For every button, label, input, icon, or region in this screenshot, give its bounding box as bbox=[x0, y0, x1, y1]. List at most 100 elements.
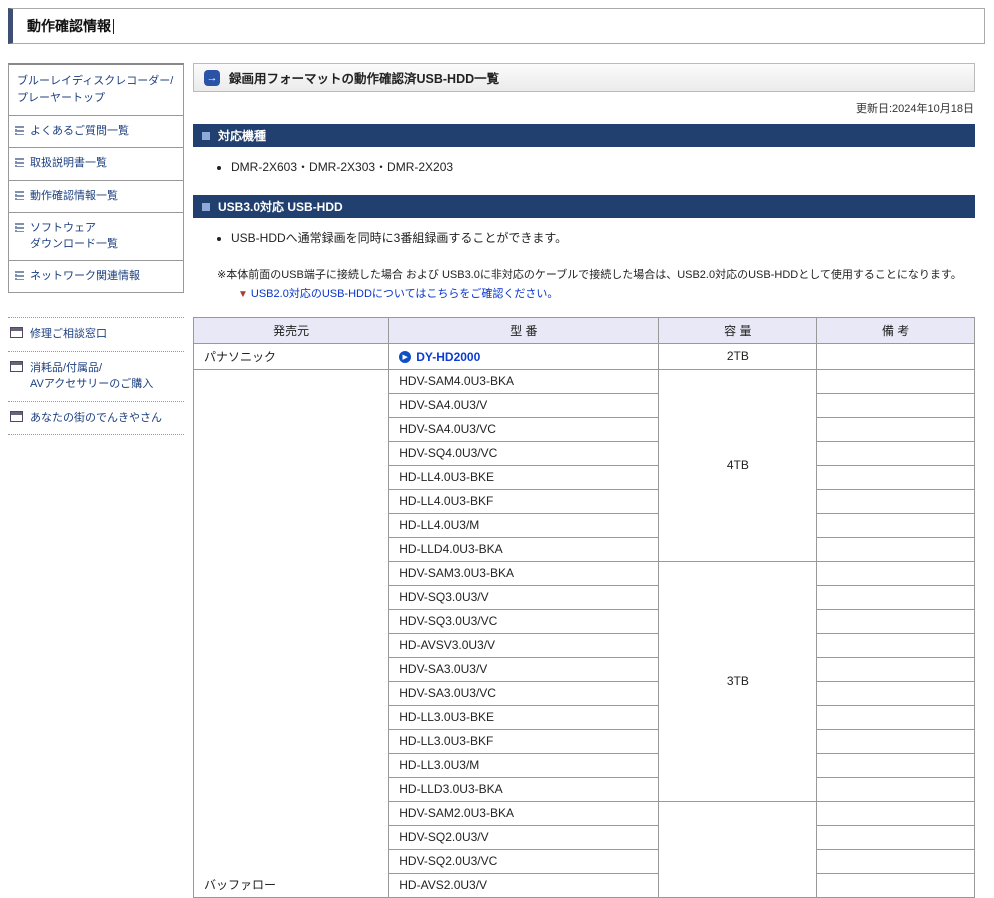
model-cell: HDV-SA4.0U3/VC bbox=[389, 417, 659, 441]
model-cell: HDV-SAM2.0U3-BKA bbox=[389, 801, 659, 825]
sidebar-extra-links: 修理ご相談窓口 消耗品/付属品/ AVアクセサリーのご購入 あなたの街のでんきや… bbox=[8, 317, 184, 435]
hdd-table-head: 発売元型 番容 量備 考 bbox=[194, 317, 975, 343]
model-cell: HD-LL4.0U3-BKF bbox=[389, 489, 659, 513]
remark-cell bbox=[817, 633, 975, 657]
model-cell: HDV-SQ2.0U3/V bbox=[389, 825, 659, 849]
column-header: 型 番 bbox=[389, 317, 659, 343]
sidebar-link-local-dealer[interactable]: あなたの街のでんきやさん bbox=[8, 402, 184, 436]
column-header: 備 考 bbox=[817, 317, 975, 343]
model-cell: HDV-SA3.0U3/V bbox=[389, 657, 659, 681]
model-cell: HDV-SA3.0U3/VC bbox=[389, 681, 659, 705]
sidebar-item-label: 取扱説明書一覧 bbox=[30, 156, 107, 171]
model-cell: HD-LLD4.0U3-BKA bbox=[389, 537, 659, 561]
updated-date: 更新日:2024年10月18日 bbox=[193, 100, 974, 116]
model-cell: HD-LL3.0U3-BKE bbox=[389, 705, 659, 729]
window-icon bbox=[10, 361, 23, 372]
remark-cell bbox=[817, 537, 975, 561]
capacity-cell: 4TB bbox=[659, 369, 817, 561]
list-icon bbox=[15, 126, 24, 135]
remark-cell bbox=[817, 729, 975, 753]
remark-cell bbox=[817, 873, 975, 897]
anchor-down-icon: ▼ bbox=[238, 289, 248, 300]
remark-cell bbox=[817, 369, 975, 393]
remark-cell bbox=[817, 561, 975, 585]
capacity-cell: 3TB bbox=[659, 561, 817, 801]
sidebar-menu: ブルーレイディスクレコーダー/プレーヤートップ よくあるご質問一覧 取扱説明書一… bbox=[8, 63, 184, 293]
sidebar-item-recorder-top[interactable]: ブルーレイディスクレコーダー/プレーヤートップ bbox=[9, 65, 183, 116]
remark-cell bbox=[817, 681, 975, 705]
arrow-right-icon: → bbox=[204, 70, 220, 86]
sidebar-link-label: 修理ご相談窓口 bbox=[30, 326, 107, 343]
remark-cell bbox=[817, 393, 975, 417]
table-row: パナソニック ▶DY-HD2000 2TB bbox=[194, 343, 975, 369]
sidebar-item-software-download[interactable]: ソフトウェア ダウンロード一覧 bbox=[9, 213, 183, 261]
remark-cell bbox=[817, 777, 975, 801]
sidebar: ブルーレイディスクレコーダー/プレーヤートップ よくあるご質問一覧 取扱説明書一… bbox=[8, 63, 184, 435]
supported-models-item: DMR-2X603・DMR-2X303・DMR-2X203 bbox=[231, 158, 975, 175]
sidebar-item-faq[interactable]: よくあるご質問一覧 bbox=[9, 116, 183, 148]
column-header: 容 量 bbox=[659, 317, 817, 343]
play-icon: ▶ bbox=[399, 351, 411, 363]
sidebar-item-network-info[interactable]: ネットワーク関連情報 bbox=[9, 261, 183, 292]
capacity-cell: 2TB bbox=[659, 343, 817, 369]
column-header: 発売元 bbox=[194, 317, 389, 343]
model-cell: HD-AVS2.0U3/V bbox=[389, 873, 659, 897]
usb3-feature-list: USB-HDDへ通常録画を同時に3番組録画することができます。 bbox=[193, 229, 975, 246]
model-cell: HD-LL4.0U3/M bbox=[389, 513, 659, 537]
sidebar-link-label: あなたの街のでんきやさん bbox=[30, 410, 162, 427]
remark-cell bbox=[817, 585, 975, 609]
remark-cell bbox=[817, 753, 975, 777]
usb2-hdd-link[interactable]: USB2.0対応のUSB-HDDについてはこちらをご確認ください。 bbox=[251, 288, 558, 300]
usb3-feature-item: USB-HDDへ通常録画を同時に3番組録画することができます。 bbox=[231, 229, 975, 246]
sidebar-item-operation-info[interactable]: 動作確認情報一覧 bbox=[9, 181, 183, 213]
sidebar-link-consumables[interactable]: 消耗品/付属品/ AVアクセサリーのご購入 bbox=[8, 352, 184, 402]
sidebar-link-label: 消耗品/付属品/ AVアクセサリーのご購入 bbox=[30, 360, 153, 393]
model-cell: HDV-SA4.0U3/V bbox=[389, 393, 659, 417]
table-row: バッファローHDV-SAM4.0U3-BKA4TB bbox=[194, 369, 975, 393]
note-text: ※本体前面のUSB端子に接続した場合 および USB3.0に非対応のケーブルで接… bbox=[217, 269, 962, 281]
section-title-text: USB3.0対応 USB-HDD bbox=[218, 198, 343, 215]
window-icon bbox=[10, 327, 23, 338]
sidebar-item-label: 動作確認情報一覧 bbox=[30, 189, 118, 204]
content-heading: → 録画用フォーマットの動作確認済USB-HDD一覧 bbox=[193, 63, 975, 92]
remark-cell bbox=[817, 705, 975, 729]
model-cell: HDV-SAM4.0U3-BKA bbox=[389, 369, 659, 393]
vendor-cell: パナソニック bbox=[194, 343, 389, 369]
remark-cell bbox=[817, 489, 975, 513]
supported-models-list: DMR-2X603・DMR-2X303・DMR-2X203 bbox=[193, 158, 975, 175]
model-cell: HD-LL3.0U3-BKF bbox=[389, 729, 659, 753]
hdd-table: 発売元型 番容 量備 考 パナソニック▶DY-HD20002TBバッファローHD… bbox=[193, 317, 975, 898]
list-icon bbox=[15, 191, 24, 200]
remark-cell bbox=[817, 849, 975, 873]
model-cell: HDV-SQ3.0U3/V bbox=[389, 585, 659, 609]
usb2-fallback-note: ※本体前面のUSB端子に接続した場合 および USB3.0に非対応のケーブルで接… bbox=[217, 266, 975, 305]
remark-cell bbox=[817, 513, 975, 537]
content-heading-text: 録画用フォーマットの動作確認済USB-HDD一覧 bbox=[229, 68, 499, 87]
layout: ブルーレイディスクレコーダー/プレーヤートップ よくあるご質問一覧 取扱説明書一… bbox=[0, 63, 994, 898]
model-cell: HDV-SQ2.0U3/VC bbox=[389, 849, 659, 873]
section-title-supported-models: 対応機種 bbox=[193, 124, 975, 147]
square-bullet-icon bbox=[202, 132, 210, 140]
remark-cell bbox=[817, 441, 975, 465]
model-cell: HDV-SQ3.0U3/VC bbox=[389, 609, 659, 633]
list-icon bbox=[15, 158, 24, 167]
sidebar-item-manuals[interactable]: 取扱説明書一覧 bbox=[9, 148, 183, 180]
remark-cell bbox=[817, 343, 975, 369]
list-icon bbox=[15, 271, 24, 280]
model-link[interactable]: ▶DY-HD2000 bbox=[399, 350, 480, 364]
sidebar-item-label: ネットワーク関連情報 bbox=[30, 269, 140, 284]
square-bullet-icon bbox=[202, 203, 210, 211]
sidebar-item-label: よくあるご質問一覧 bbox=[30, 124, 129, 139]
remark-cell bbox=[817, 609, 975, 633]
model-cell: HD-AVSV3.0U3/V bbox=[389, 633, 659, 657]
window-icon bbox=[10, 411, 23, 422]
hdd-table-body: パナソニック▶DY-HD20002TBバッファローHDV-SAM4.0U3-BK… bbox=[194, 343, 975, 897]
section-title-text: 対応機種 bbox=[218, 127, 266, 144]
model-cell: HD-LL4.0U3-BKE bbox=[389, 465, 659, 489]
vendor-cell: バッファロー bbox=[194, 369, 389, 897]
sidebar-link-repair[interactable]: 修理ご相談窓口 bbox=[8, 317, 184, 352]
remark-cell bbox=[817, 657, 975, 681]
model-cell: HDV-SQ4.0U3/VC bbox=[389, 441, 659, 465]
main-content: → 録画用フォーマットの動作確認済USB-HDD一覧 更新日:2024年10月1… bbox=[193, 63, 975, 898]
model-cell: HDV-SAM3.0U3-BKA bbox=[389, 561, 659, 585]
